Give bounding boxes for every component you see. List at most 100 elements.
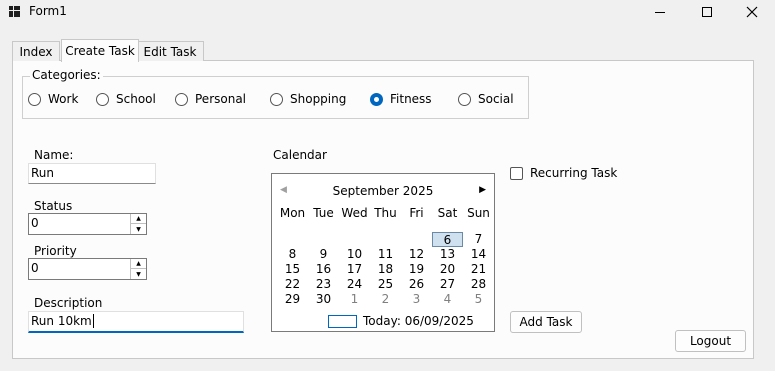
radio-label: Social: [478, 92, 514, 106]
minimize-button[interactable]: [637, 0, 683, 24]
priority-value: 0: [31, 261, 39, 275]
calendar-day-selected[interactable]: 6: [432, 232, 463, 247]
status-value: 0: [31, 216, 39, 230]
calendar-day[interactable]: 20: [432, 262, 463, 277]
weekday-label: Thu: [374, 206, 397, 220]
calendar-day-next-month[interactable]: 2: [370, 292, 401, 307]
calendar-day[interactable]: [339, 232, 370, 247]
calendar-day[interactable]: [401, 232, 432, 247]
weekday-header: Mon Tue Wed Thu Fri Sat Sun: [277, 206, 494, 222]
calendar-day-next-month[interactable]: 1: [339, 292, 370, 307]
calendar-label: Calendar: [273, 148, 327, 162]
radio-circle-icon: [96, 92, 109, 106]
calendar-day[interactable]: 13: [432, 247, 463, 262]
radio-label: Work: [48, 92, 79, 106]
month-calendar[interactable]: ◀ September 2025 ▶ Mon Tue Wed Thu Fri S…: [271, 173, 495, 332]
maximize-icon: [702, 7, 712, 17]
recurring-task-label: Recurring Task: [530, 166, 618, 180]
weekday-label: Wed: [341, 206, 368, 220]
calendar-day[interactable]: [308, 232, 339, 247]
calendar-day[interactable]: 26: [401, 277, 432, 292]
calendar-week: 15 16 17 18 19 20 21: [277, 262, 494, 277]
calendar-day[interactable]: 18: [370, 262, 401, 277]
priority-stepper[interactable]: 0 ▲ ▼: [28, 258, 147, 280]
tab-edit-task[interactable]: Edit Task: [136, 41, 204, 61]
description-label: Description: [34, 296, 103, 310]
calendar-day[interactable]: 16: [308, 262, 339, 277]
priority-label: Priority: [34, 244, 77, 258]
spin-up-icon[interactable]: ▲: [131, 259, 146, 269]
calendar-day[interactable]: 25: [370, 277, 401, 292]
calendar-today-link[interactable]: Today: 06/09/2025: [328, 314, 474, 328]
calendar-day[interactable]: [277, 232, 308, 247]
radio-personal[interactable]: Personal: [175, 92, 246, 106]
tab-index[interactable]: Index: [12, 41, 60, 61]
calendar-day[interactable]: 9: [308, 247, 339, 262]
calendar-day[interactable]: 23: [308, 277, 339, 292]
calendar-day[interactable]: 7: [463, 232, 494, 247]
calendar-day-next-month[interactable]: 4: [432, 292, 463, 307]
calendar-day[interactable]: 22: [277, 277, 308, 292]
weekday-label: Sun: [467, 206, 490, 220]
calendar-day[interactable]: 21: [463, 262, 494, 277]
radio-circle-icon: [175, 92, 188, 106]
status-label: Status: [34, 199, 73, 213]
calendar-week: 6 7: [277, 232, 494, 247]
calendar-month-title[interactable]: September 2025: [272, 184, 494, 198]
calendar-day[interactable]: 10: [339, 247, 370, 262]
calendar-day[interactable]: 30: [308, 292, 339, 307]
calendar-day[interactable]: 11: [370, 247, 401, 262]
description-field[interactable]: Run 10km: [28, 311, 244, 333]
weekday-label: Mon: [279, 206, 306, 220]
categories-label: Categories:: [30, 68, 103, 82]
calendar-day-next-month[interactable]: 5: [463, 292, 494, 307]
calendar-day-next-month[interactable]: 3: [401, 292, 432, 307]
name-label: Name:: [34, 148, 74, 162]
description-value: Run 10km: [31, 314, 92, 328]
calendar-day[interactable]: 28: [463, 277, 494, 292]
calendar-day[interactable]: 8: [277, 247, 308, 262]
calendar-day[interactable]: 24: [339, 277, 370, 292]
status-stepper[interactable]: 0 ▲ ▼: [28, 213, 147, 235]
radio-social[interactable]: Social: [458, 92, 514, 106]
text-caret: [92, 314, 94, 328]
spin-up-icon[interactable]: ▲: [131, 214, 146, 224]
weekday-label: Fri: [409, 206, 424, 220]
spin-down-icon[interactable]: ▼: [131, 269, 146, 279]
logout-button[interactable]: Logout: [675, 330, 746, 352]
name-field[interactable]: Run: [28, 163, 156, 184]
radio-circle-icon: [458, 92, 471, 106]
radio-work[interactable]: Work: [28, 92, 78, 106]
radio-label: Personal: [195, 92, 247, 106]
recurring-task-checkbox[interactable]: Recurring Task: [510, 166, 617, 180]
spin-down-icon[interactable]: ▼: [131, 224, 146, 234]
tab-create-task[interactable]: Create Task: [61, 39, 139, 62]
add-task-button[interactable]: Add Task: [510, 311, 582, 333]
close-icon: [746, 6, 758, 18]
calendar-week: 8 9 10 11 12 13 14: [277, 247, 494, 262]
minimize-icon: [655, 12, 665, 13]
next-month-icon[interactable]: ▶: [479, 185, 486, 195]
radio-circle-icon: [28, 92, 41, 106]
app-icon: [9, 6, 20, 17]
calendar-day[interactable]: 19: [401, 262, 432, 277]
weekday-label: Tue: [313, 206, 334, 220]
calendar-day[interactable]: [370, 232, 401, 247]
weekday-label: Sat: [437, 206, 458, 220]
maximize-button[interactable]: [684, 0, 730, 24]
calendar-day[interactable]: 27: [432, 277, 463, 292]
close-button[interactable]: [729, 0, 775, 24]
calendar-day[interactable]: 12: [401, 247, 432, 262]
calendar-day[interactable]: 15: [277, 262, 308, 277]
window-title: Form1: [29, 4, 67, 18]
radio-label: School: [116, 92, 156, 106]
radio-fitness[interactable]: Fitness: [370, 92, 432, 106]
today-text: Today: 06/09/2025: [363, 314, 474, 328]
radio-school[interactable]: School: [96, 92, 156, 106]
checkbox-icon: [510, 166, 523, 180]
calendar-day[interactable]: 17: [339, 262, 370, 277]
radio-selected-icon: [370, 92, 383, 106]
calendar-day[interactable]: 29: [277, 292, 308, 307]
calendar-day[interactable]: 14: [463, 247, 494, 262]
radio-shopping[interactable]: Shopping: [270, 92, 346, 106]
